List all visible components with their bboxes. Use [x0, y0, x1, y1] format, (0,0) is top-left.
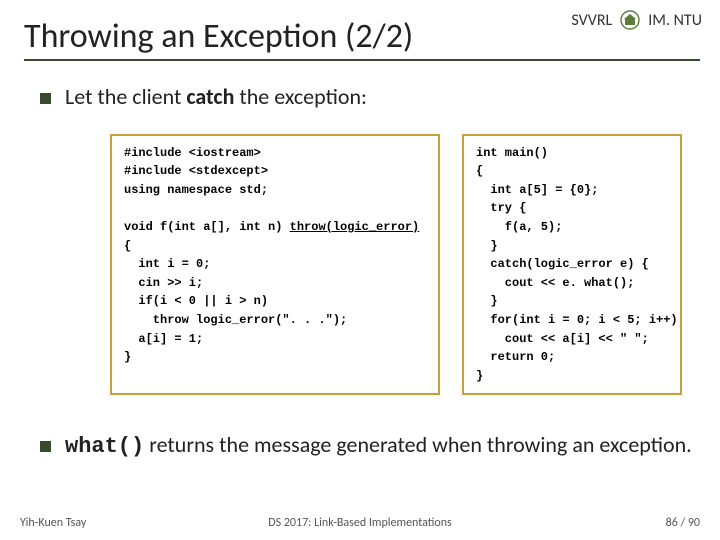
bullet-1-pre: Let the client [65, 83, 186, 110]
bullet-1-strong: catch [186, 83, 234, 110]
title-divider [24, 59, 700, 61]
bullet-2-text: what() returns the message generated whe… [65, 431, 692, 462]
bullet-1-text: Let the client catch the exception: [65, 83, 367, 112]
footer: Yih-Kuen Tsay DS 2017: Link-Based Implem… [0, 516, 720, 530]
header-affiliation: SVVRL IM. NTU [571, 10, 702, 30]
slide: SVVRL IM. NTU Throwing an Exception (2/2… [0, 0, 720, 540]
bullet-icon [40, 93, 51, 104]
ntu-logo-icon [620, 10, 640, 30]
footer-author: Yih-Kuen Tsay [20, 516, 86, 530]
code-left-sig-underline: throw(logic_error) [290, 220, 420, 234]
code-left-sig-pre: void f(int a[], int n) [124, 220, 290, 234]
bullet-1: Let the client catch the exception: [40, 83, 700, 112]
code-box-left: #include <iostream> #include <stdexcept>… [110, 134, 440, 396]
bullet-2-rest: returns the message generated when throw… [144, 431, 692, 458]
code-box-right: int main() { int a[5] = {0}; try { f(a, … [462, 134, 682, 396]
org-right: IM. NTU [648, 11, 702, 30]
bullet-2: what() returns the message generated whe… [40, 431, 700, 462]
footer-page: 86 / 90 [666, 516, 700, 530]
org-left: SVVRL [571, 11, 612, 30]
bullet-1-post: the exception: [234, 83, 366, 110]
bullet-icon [40, 441, 51, 452]
code-left-block1: #include <iostream> #include <stdexcept>… [124, 146, 268, 197]
footer-course: DS 2017: Link-Based Implementations [268, 516, 452, 530]
bullet-2-mono: what() [65, 434, 144, 459]
code-row: #include <iostream> #include <stdexcept>… [110, 134, 700, 396]
code-left-block2: { int i = 0; cin >> i; if(i < 0 || i > n… [124, 239, 347, 365]
